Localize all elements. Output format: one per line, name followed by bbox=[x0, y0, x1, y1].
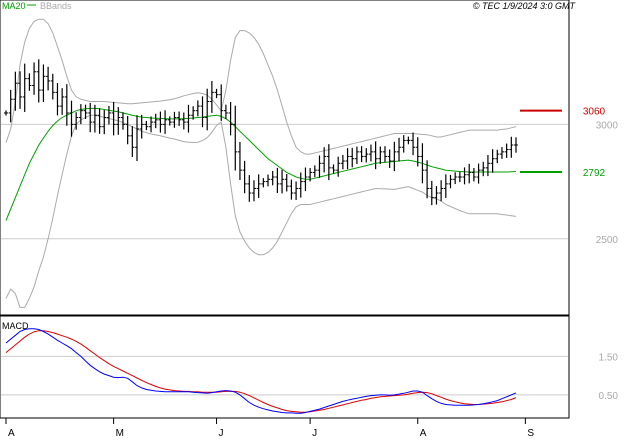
macd-title: MACD bbox=[2, 321, 29, 331]
ma20-legend: MA20 bbox=[2, 1, 26, 11]
x-tick-label: S bbox=[527, 428, 534, 439]
macd-tick-label: 0.50 bbox=[599, 391, 619, 402]
macd-tick-label: 1.50 bbox=[599, 352, 619, 363]
x-axis: AMJJAS bbox=[5, 418, 534, 439]
support-label: 2792 bbox=[583, 168, 606, 179]
stock-chart: 3000 2500 3060 2792 MA20 BBands © TEC 1/9/… bbox=[0, 0, 619, 439]
x-tick-label: J bbox=[219, 428, 224, 439]
x-tick-label: J bbox=[312, 428, 317, 439]
macd-panel: 1.50 0.50 MACD bbox=[0, 315, 619, 419]
x-tick-label: M bbox=[116, 428, 124, 439]
ticker-info: © TEC 1/9/2024 3:0 GMT bbox=[473, 1, 577, 11]
price-tick-label: 2500 bbox=[596, 235, 619, 246]
bbands-legend: BBands bbox=[40, 1, 72, 11]
price-tick-label: 3000 bbox=[596, 120, 619, 131]
price-panel-frame bbox=[0, 0, 570, 316]
x-tick-label: A bbox=[8, 428, 15, 439]
macd-tick-labels: 1.50 0.50 bbox=[599, 352, 619, 401]
macd-panel-frame bbox=[0, 315, 570, 419]
price-tick-labels: 3000 2500 bbox=[596, 120, 619, 245]
price-panel: 3000 2500 3060 2792 MA20 BBands © TEC 1/9/… bbox=[0, 0, 619, 316]
resistance-label: 3060 bbox=[583, 107, 606, 118]
x-tick-label: A bbox=[420, 428, 427, 439]
